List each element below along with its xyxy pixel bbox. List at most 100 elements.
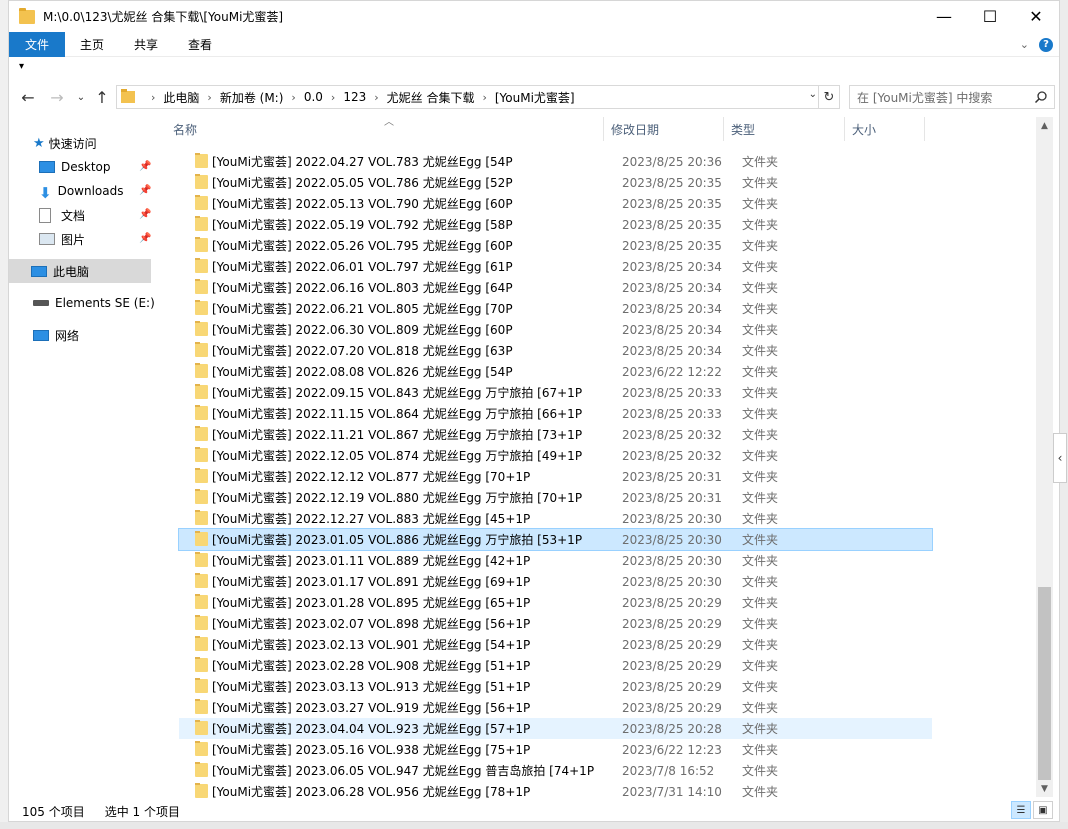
nav-this-pc[interactable]: 此电脑 (31, 259, 89, 283)
file-row[interactable]: [YouMi尤蜜荟] 2022.05.13 VOL.790 尤妮丝Egg [60… (179, 193, 932, 214)
file-row[interactable]: [YouMi尤蜜荟] 2022.12.19 VOL.880 尤妮丝Egg 万宁旅… (179, 487, 932, 508)
chevron-down-icon[interactable]: ⌄ (1020, 38, 1029, 51)
file-name: [YouMi尤蜜荟] 2023.03.27 VOL.919 尤妮丝Egg [56… (212, 701, 531, 715)
file-row[interactable]: [YouMi尤蜜荟] 2023.06.05 VOL.947 尤妮丝Egg 普吉岛… (179, 760, 932, 781)
recent-locations-chevron-icon[interactable]: ⌄ (70, 84, 92, 110)
breadcrumb-separator-icon[interactable]: › (331, 91, 335, 104)
pin-icon[interactable]: 📌 (139, 209, 151, 220)
file-row[interactable]: [YouMi尤蜜荟] 2022.12.05 VOL.874 尤妮丝Egg 万宁旅… (179, 445, 932, 466)
file-row[interactable]: [YouMi尤蜜荟] 2023.02.07 VOL.898 尤妮丝Egg [56… (179, 613, 932, 634)
file-row[interactable]: [YouMi尤蜜荟] 2022.11.21 VOL.867 尤妮丝Egg 万宁旅… (179, 424, 932, 445)
file-row[interactable]: [YouMi尤蜜荟] 2023.05.16 VOL.938 尤妮丝Egg [75… (179, 739, 932, 760)
file-type: 文件夹 (742, 617, 779, 631)
column-header-name[interactable]: 名称 (173, 117, 598, 141)
file-row[interactable]: [YouMi尤蜜荟] 2022.12.27 VOL.883 尤妮丝Egg [45… (179, 508, 932, 529)
breadcrumb-item[interactable]: 尤妮丝 合集下载 (387, 89, 475, 106)
explorer-window: M:\0.0\123\尤妮丝 合集下载\[YouMi尤蜜荟] — ☐ ✕ 文件 … (8, 0, 1067, 822)
folder-icon (195, 216, 208, 231)
column-divider[interactable] (844, 117, 845, 141)
nav-drive-e[interactable]: Elements SE (E:) (33, 291, 155, 315)
tab-view[interactable]: 查看 (173, 32, 227, 57)
file-row[interactable]: [YouMi尤蜜荟] 2023.01.11 VOL.889 尤妮丝Egg [42… (179, 550, 932, 571)
file-row[interactable]: [YouMi尤蜜荟] 2023.06.28 VOL.956 尤妮丝Egg [78… (179, 781, 932, 802)
file-row[interactable]: [YouMi尤蜜荟] 2022.06.16 VOL.803 尤妮丝Egg [64… (179, 277, 932, 298)
file-row[interactable]: [YouMi尤蜜荟] 2022.11.15 VOL.864 尤妮丝Egg 万宁旅… (179, 403, 932, 424)
nav-quick-access[interactable]: ★ 快速访问 (33, 131, 97, 155)
tab-file[interactable]: 文件 (9, 31, 65, 57)
file-row[interactable]: [YouMi尤蜜荟] 2023.01.05 VOL.886 尤妮丝Egg 万宁旅… (178, 528, 933, 551)
column-divider[interactable] (603, 117, 604, 141)
file-row[interactable]: [YouMi尤蜜荟] 2023.04.04 VOL.923 尤妮丝Egg [57… (179, 718, 932, 739)
file-row[interactable]: [YouMi尤蜜荟] 2022.05.26 VOL.795 尤妮丝Egg [60… (179, 235, 932, 256)
breadcrumb-item[interactable]: 0.0 (304, 90, 323, 104)
file-row[interactable]: [YouMi尤蜜荟] 2023.03.13 VOL.913 尤妮丝Egg [51… (179, 676, 932, 697)
address-bar[interactable]: › 此电脑 › 新加卷 (M:) › 0.0 › 123 › 尤妮丝 合集下载 … (116, 85, 840, 109)
breadcrumb-separator-icon[interactable]: › (374, 91, 378, 104)
column-header-size[interactable]: 大小 (852, 117, 922, 141)
nav-item-documents[interactable]: 文档 (39, 203, 85, 227)
file-row[interactable]: [YouMi尤蜜荟] 2022.05.05 VOL.786 尤妮丝Egg [52… (179, 172, 932, 193)
folder-icon (195, 384, 208, 399)
file-row[interactable]: [YouMi尤蜜荟] 2022.05.19 VOL.792 尤妮丝Egg [58… (179, 214, 932, 235)
pin-icon[interactable]: 📌 (139, 161, 151, 172)
folder-icon (121, 89, 135, 103)
help-icon[interactable]: ? (1039, 37, 1053, 52)
file-date: 2023/8/25 20:35 (622, 196, 722, 211)
file-list: ︿ 名称 修改日期 类型 大小 [YouMi尤蜜荟] 2022.04.27 VO… (169, 117, 1039, 799)
file-row[interactable]: [YouMi尤蜜荟] 2022.06.30 VOL.809 尤妮丝Egg [60… (179, 319, 932, 340)
pin-icon[interactable]: 📌 (139, 233, 151, 244)
nav-item-pictures[interactable]: 图片 (39, 227, 85, 251)
nav-item-desktop[interactable]: Desktop (39, 155, 111, 179)
file-row[interactable]: [YouMi尤蜜荟] 2022.04.27 VOL.783 尤妮丝Egg [54… (179, 151, 932, 172)
forward-arrow-icon[interactable]: → (46, 84, 68, 110)
file-row[interactable]: [YouMi尤蜜荟] 2023.02.13 VOL.901 尤妮丝Egg [54… (179, 634, 932, 655)
breadcrumb-item[interactable]: 新加卷 (M:) (220, 89, 284, 106)
details-view-icon[interactable]: ☰ (1011, 801, 1031, 819)
breadcrumb-separator-icon[interactable]: › (482, 91, 486, 104)
search-input[interactable]: 在 [YouMi尤蜜荟] 中搜索 (849, 85, 1055, 109)
quick-access-toolbar-dropdown[interactable]: ▾ (19, 61, 24, 72)
refresh-icon[interactable]: ↻ (818, 85, 840, 109)
file-row[interactable]: [YouMi尤蜜荟] 2023.03.27 VOL.919 尤妮丝Egg [56… (179, 697, 932, 718)
tab-share[interactable]: 共享 (119, 32, 173, 57)
collapse-pane-chevron-icon[interactable]: ‹ (1053, 433, 1067, 483)
breadcrumb-separator-icon[interactable]: › (207, 91, 211, 104)
breadcrumb-separator-icon[interactable]: › (291, 91, 295, 104)
file-row[interactable]: [YouMi尤蜜荟] 2022.12.12 VOL.877 尤妮丝Egg [70… (179, 466, 932, 487)
up-arrow-icon[interactable]: ↑ (91, 84, 113, 110)
file-row[interactable]: [YouMi尤蜜荟] 2022.06.21 VOL.805 尤妮丝Egg [70… (179, 298, 932, 319)
tab-home[interactable]: 主页 (65, 32, 119, 57)
search-icon[interactable] (1034, 90, 1048, 104)
scroll-up-icon[interactable]: ▲ (1036, 117, 1053, 134)
address-dropdown-icon[interactable]: ⌄ (809, 89, 817, 100)
file-row[interactable]: [YouMi尤蜜荟] 2022.06.01 VOL.797 尤妮丝Egg [61… (179, 256, 932, 277)
maximize-button[interactable]: ☐ (967, 1, 1013, 32)
scroll-down-icon[interactable]: ▼ (1036, 780, 1053, 797)
breadcrumb-item[interactable]: 123 (343, 90, 366, 104)
column-header-date[interactable]: 修改日期 (611, 117, 721, 141)
file-row[interactable]: [YouMi尤蜜荟] 2022.07.20 VOL.818 尤妮丝Egg [63… (179, 340, 932, 361)
pin-icon[interactable]: 📌 (139, 185, 151, 196)
column-divider[interactable] (924, 117, 925, 141)
file-row[interactable]: [YouMi尤蜜荟] 2023.01.28 VOL.895 尤妮丝Egg [65… (179, 592, 932, 613)
minimize-button[interactable]: — (921, 1, 967, 32)
large-icons-view-icon[interactable]: ▣ (1033, 801, 1053, 819)
file-row[interactable]: [YouMi尤蜜荟] 2022.09.15 VOL.843 尤妮丝Egg 万宁旅… (179, 382, 932, 403)
nav-item-downloads[interactable]: ⬇ Downloads (39, 179, 123, 203)
back-arrow-icon[interactable]: ← (17, 84, 39, 110)
column-header-type[interactable]: 类型 (731, 117, 841, 141)
breadcrumb-item[interactable]: 此电脑 (163, 89, 199, 106)
folder-icon (195, 531, 208, 546)
close-button[interactable]: ✕ (1013, 1, 1059, 32)
nav-network[interactable]: 网络 (33, 323, 79, 347)
file-row[interactable]: [YouMi尤蜜荟] 2023.01.17 VOL.891 尤妮丝Egg [69… (179, 571, 932, 592)
file-row[interactable]: [YouMi尤蜜荟] 2023.02.28 VOL.908 尤妮丝Egg [51… (179, 655, 932, 676)
breadcrumb-separator-icon[interactable]: › (151, 91, 155, 104)
navigation-pane: ★ 快速访问 Desktop 📌 ⬇ Downloads 📌 文档 📌 图片 📌… (9, 119, 159, 799)
file-name: [YouMi尤蜜荟] 2022.06.21 VOL.805 尤妮丝Egg [70… (212, 302, 513, 316)
column-divider[interactable] (723, 117, 724, 141)
vertical-scrollbar[interactable]: ▲ ▼ (1036, 117, 1053, 797)
file-row[interactable]: [YouMi尤蜜荟] 2022.08.08 VOL.826 尤妮丝Egg [54… (179, 361, 932, 382)
breadcrumb-item[interactable]: [YouMi尤蜜荟] (495, 89, 575, 106)
scroll-thumb[interactable] (1038, 587, 1051, 780)
